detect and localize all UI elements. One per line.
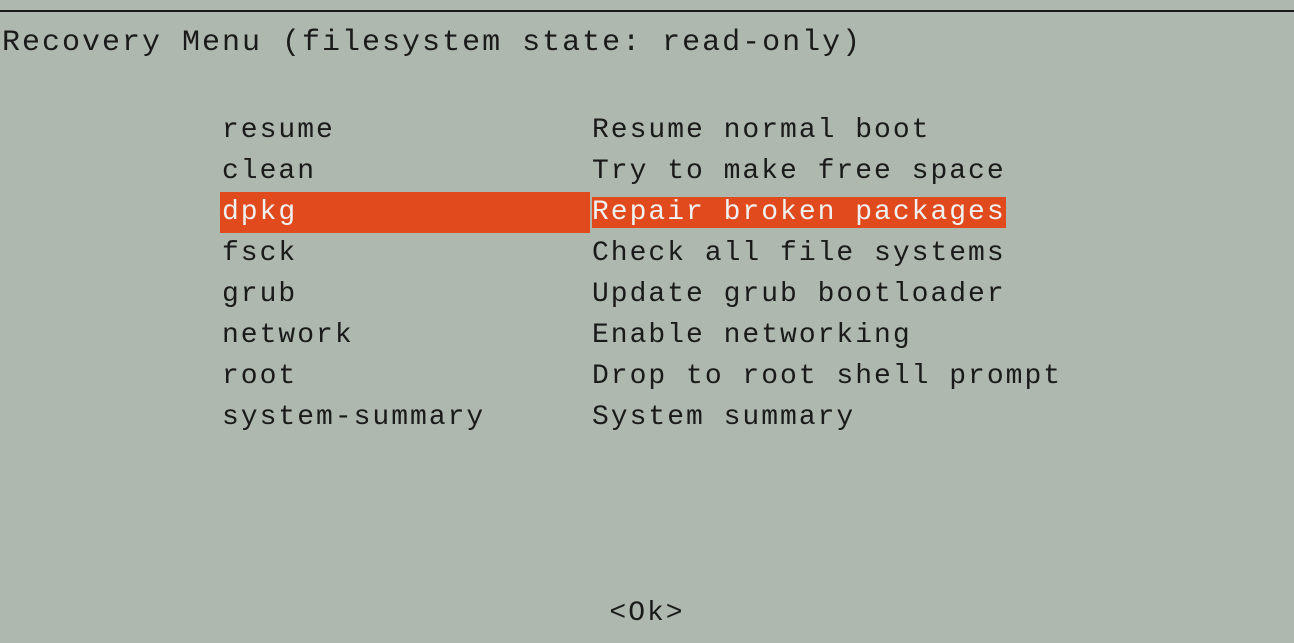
recovery-menu-frame: Recovery Menu (filesystem state: read-on…	[0, 10, 1294, 643]
menu-desc: Check all file systems	[590, 233, 1294, 274]
menu-desc: Resume normal boot	[590, 110, 1294, 151]
menu-key: clean	[220, 151, 590, 192]
menu-desc: Update grub bootloader	[590, 274, 1294, 315]
menu-title: Recovery Menu (filesystem state: read-on…	[2, 26, 1294, 60]
menu-item-fsck[interactable]: fsck Check all file systems	[220, 233, 1294, 274]
menu-desc: Drop to root shell prompt	[590, 356, 1294, 397]
ok-button[interactable]: <Ok>	[0, 598, 1294, 629]
menu-item-resume[interactable]: resume Resume normal boot	[220, 110, 1294, 151]
menu-desc: Enable networking	[590, 315, 1294, 356]
menu-key: fsck	[220, 233, 590, 274]
menu-desc: Try to make free space	[590, 151, 1294, 192]
menu-key: network	[220, 315, 590, 356]
menu-item-root[interactable]: root Drop to root shell prompt	[220, 356, 1294, 397]
menu-key: resume	[220, 110, 590, 151]
menu-list: resume Resume normal boot clean Try to m…	[220, 110, 1294, 438]
menu-item-grub[interactable]: grub Update grub bootloader	[220, 274, 1294, 315]
menu-key: system-summary	[220, 397, 590, 438]
menu-key: root	[220, 356, 590, 397]
menu-item-dpkg[interactable]: dpkg Repair broken packages	[220, 192, 1294, 233]
menu-desc: System summary	[590, 397, 1294, 438]
menu-item-clean[interactable]: clean Try to make free space	[220, 151, 1294, 192]
menu-key: dpkg	[220, 192, 590, 233]
menu-item-network[interactable]: network Enable networking	[220, 315, 1294, 356]
menu-desc: Repair broken packages	[590, 192, 1294, 233]
menu-item-system-summary[interactable]: system-summary System summary	[220, 397, 1294, 438]
menu-key: grub	[220, 274, 590, 315]
